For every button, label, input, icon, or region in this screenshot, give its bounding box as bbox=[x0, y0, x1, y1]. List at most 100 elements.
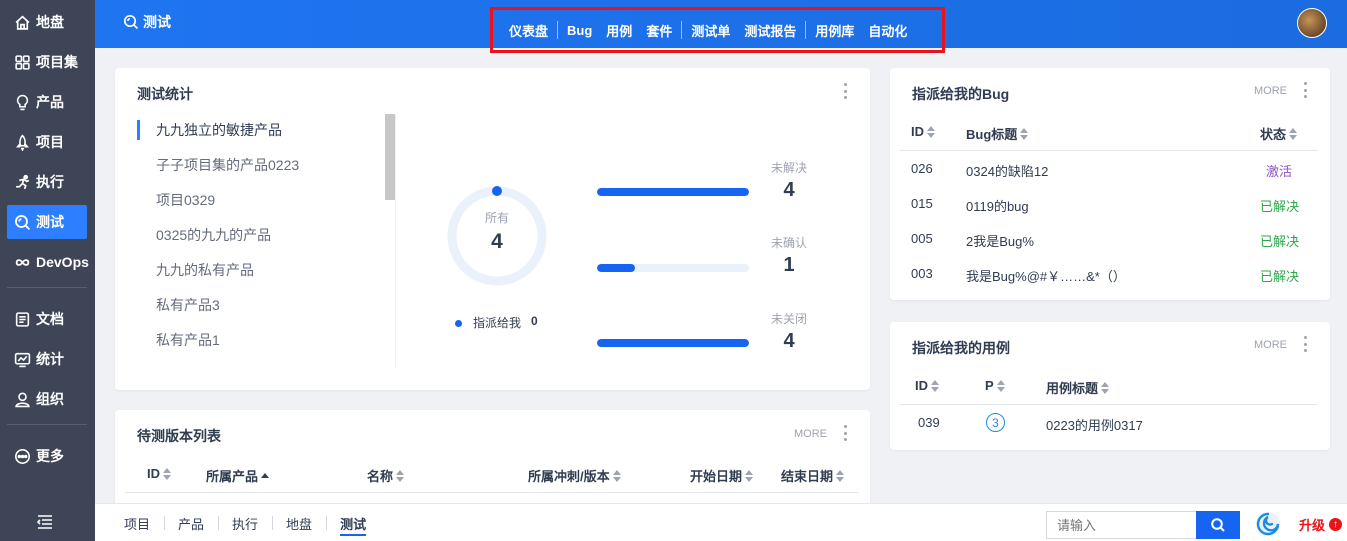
panel-menu-icon[interactable] bbox=[843, 425, 847, 441]
product-item[interactable]: 项目0329 bbox=[137, 190, 387, 225]
collapse-menu-icon[interactable] bbox=[36, 513, 54, 531]
chat-swirl-icon[interactable] bbox=[1255, 511, 1281, 537]
nav-suite[interactable]: 套件 bbox=[639, 21, 679, 40]
panel-menu-icon[interactable] bbox=[1303, 82, 1307, 98]
nav-dashboard[interactable]: 仪表盘 bbox=[502, 21, 555, 40]
sidebar-item-dashboard[interactable]: 地盘 bbox=[7, 5, 87, 39]
product-list-scrollbar[interactable] bbox=[385, 114, 395, 200]
search-button[interactable] bbox=[1196, 511, 1240, 539]
column-header-execution[interactable]: 所属冲刺/版本 bbox=[528, 466, 621, 485]
product-item[interactable]: 九九独立的敏捷产品 bbox=[137, 120, 387, 140]
priority-badge: 3 bbox=[986, 413, 1005, 432]
more-link[interactable]: MORE bbox=[1254, 85, 1287, 97]
module-title-text: 测试 bbox=[143, 14, 171, 30]
sidebar-divider bbox=[7, 287, 87, 288]
sidebar-item-more[interactable]: 更多 bbox=[7, 439, 87, 473]
quick-nav-test[interactable]: 测试 bbox=[326, 514, 380, 536]
test-search-icon bbox=[123, 14, 139, 30]
quick-nav-test-label: 测试 bbox=[340, 516, 367, 536]
ring-label: 所有 bbox=[484, 211, 509, 225]
stat-label: 未解决 bbox=[770, 161, 807, 175]
column-header-title[interactable]: Bug标题 bbox=[966, 124, 1029, 143]
sort-icon bbox=[1289, 127, 1298, 140]
sidebar-item-project[interactable]: 项目 bbox=[7, 125, 87, 159]
bug-id: 015 bbox=[911, 196, 933, 211]
sidebar-item-label: 统计 bbox=[36, 351, 64, 367]
nav-separator bbox=[805, 21, 807, 39]
sidebar-item-test[interactable]: 测试 bbox=[7, 205, 87, 239]
search-input[interactable] bbox=[1046, 511, 1196, 539]
case-title-link[interactable]: 0223的用例0317 bbox=[1046, 415, 1143, 434]
build-list-panel: 待测版本列表 MORE ID 所属产品 名称 所属冲刺/版本 开始日期 结束日期 bbox=[115, 410, 870, 510]
nav-case[interactable]: 用例 bbox=[599, 21, 639, 40]
avatar[interactable] bbox=[1297, 8, 1327, 38]
sidebar-item-report[interactable]: 统计 bbox=[7, 342, 87, 376]
nav-testreport[interactable]: 测试报告 bbox=[737, 21, 803, 40]
more-link[interactable]: MORE bbox=[794, 428, 827, 440]
nav-caselib[interactable]: 用例库 bbox=[808, 21, 861, 40]
bug-title-link[interactable]: 我是Bug%@#￥……&*（） bbox=[966, 266, 1126, 285]
stat-bar-fill bbox=[597, 339, 749, 347]
sidebar-item-label: 地盘 bbox=[36, 14, 64, 30]
quick-nav-product[interactable]: 产品 bbox=[164, 514, 218, 533]
quick-nav-dashboard[interactable]: 地盘 bbox=[272, 514, 326, 533]
sidebar-item-program[interactable]: 项目集 bbox=[7, 45, 87, 79]
table-divider bbox=[900, 150, 1318, 151]
sidebar: 地盘 项目集 产品 项目 执行 测试 DevOps 文档 统计 组织 更多 bbox=[0, 0, 95, 541]
bug-title-link[interactable]: 2我是Bug% bbox=[966, 231, 1034, 250]
upgrade-button[interactable]: 升级 ↑ bbox=[1299, 515, 1343, 534]
panel-title: 指派给我的Bug bbox=[912, 86, 1010, 102]
panel-menu-icon[interactable] bbox=[1303, 336, 1307, 352]
sort-icon bbox=[1020, 127, 1029, 140]
bug-title-link[interactable]: 0324的缺陷12 bbox=[966, 161, 1048, 180]
quick-nav-project[interactable]: 项目 bbox=[110, 514, 164, 533]
column-header-id[interactable]: ID bbox=[915, 378, 939, 393]
nav-bug[interactable]: Bug bbox=[560, 23, 599, 38]
panel-title: 待测版本列表 bbox=[137, 428, 221, 444]
sort-asc-icon bbox=[261, 473, 270, 478]
sort-icon bbox=[396, 469, 405, 482]
sidebar-item-label: 文档 bbox=[36, 311, 64, 327]
column-header-id[interactable]: ID bbox=[911, 124, 935, 139]
stat-value: 4 bbox=[783, 330, 795, 352]
upgrade-label: 升级 bbox=[1299, 518, 1326, 533]
column-header-status[interactable]: 状态 bbox=[1260, 124, 1298, 143]
case-id: 039 bbox=[918, 415, 940, 430]
sidebar-item-label: 组织 bbox=[36, 391, 64, 407]
column-header-begin[interactable]: 开始日期 bbox=[690, 466, 754, 485]
ring-marker bbox=[492, 186, 502, 196]
more-link[interactable]: MORE bbox=[1254, 339, 1287, 351]
document-icon bbox=[14, 311, 31, 328]
arrow-up-icon: ↑ bbox=[1329, 518, 1343, 531]
grid-icon bbox=[14, 54, 31, 71]
nav-automation[interactable]: 自动化 bbox=[861, 21, 914, 40]
product-item[interactable]: 私有产品1 bbox=[137, 330, 387, 365]
table-divider bbox=[125, 492, 858, 493]
sidebar-item-devops[interactable]: DevOps bbox=[7, 245, 89, 279]
panel-menu-icon[interactable] bbox=[843, 83, 847, 99]
sidebar-item-execution[interactable]: 执行 bbox=[7, 165, 87, 199]
column-header-priority[interactable]: P bbox=[985, 378, 1005, 393]
product-item[interactable]: 私有产品3 bbox=[137, 295, 387, 330]
bug-id: 026 bbox=[911, 161, 933, 176]
sidebar-item-label: 项目 bbox=[36, 134, 64, 150]
column-header-case-title[interactable]: 用例标题 bbox=[1046, 378, 1110, 397]
product-item[interactable]: 0325的九九的产品 bbox=[137, 225, 387, 260]
column-header-end[interactable]: 结束日期 bbox=[781, 466, 845, 485]
nav-testtask[interactable]: 测试单 bbox=[684, 21, 737, 40]
running-icon bbox=[14, 174, 31, 191]
sidebar-item-doc[interactable]: 文档 bbox=[7, 302, 87, 336]
stat-bar-fill bbox=[597, 188, 749, 196]
column-header-product[interactable]: 所属产品 bbox=[206, 466, 270, 485]
stat-label: 未关闭 bbox=[770, 312, 807, 326]
product-item[interactable]: 子子项目集的产品0223 bbox=[137, 155, 387, 190]
quick-nav-execution[interactable]: 执行 bbox=[218, 514, 272, 533]
sidebar-item-product[interactable]: 产品 bbox=[7, 85, 87, 119]
bug-title-link[interactable]: 0119的bug bbox=[966, 196, 1029, 215]
table-divider bbox=[900, 404, 1318, 405]
column-header-name[interactable]: 名称 bbox=[367, 466, 405, 485]
sidebar-item-company[interactable]: 组织 bbox=[7, 382, 87, 416]
column-header-id[interactable]: ID bbox=[147, 466, 171, 481]
sidebar-item-label: DevOps bbox=[36, 254, 89, 270]
product-item[interactable]: 九九的私有产品 bbox=[137, 260, 387, 295]
